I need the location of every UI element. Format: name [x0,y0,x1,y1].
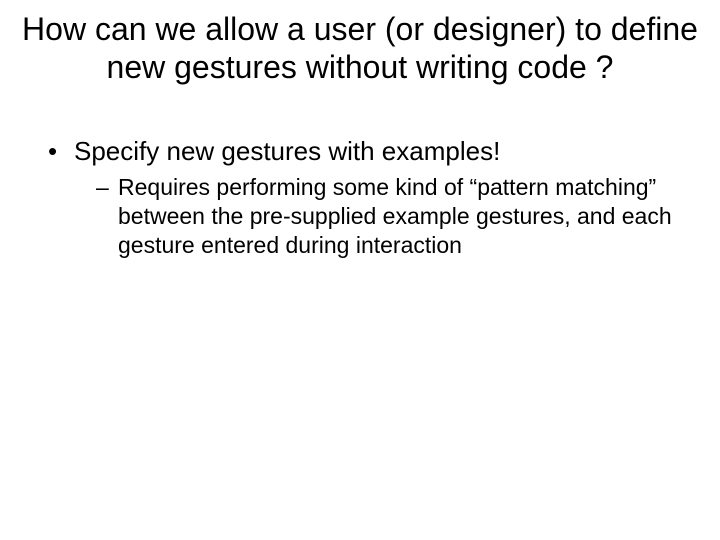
slide: How can we allow a user (or designer) to… [0,0,720,540]
sub-bullet-list: Requires performing some kind of “patter… [74,173,700,259]
bullet-list: Specify new gestures with examples! Requ… [48,135,700,260]
slide-title: How can we allow a user (or designer) to… [20,10,700,87]
bullet-item: Specify new gestures with examples! Requ… [48,135,700,260]
sub-bullet-text: Requires performing some kind of “patter… [118,174,672,258]
slide-body: Specify new gestures with examples! Requ… [20,135,700,260]
bullet-text: Specify new gestures with examples! [74,136,500,166]
sub-bullet-item: Requires performing some kind of “patter… [96,173,700,259]
